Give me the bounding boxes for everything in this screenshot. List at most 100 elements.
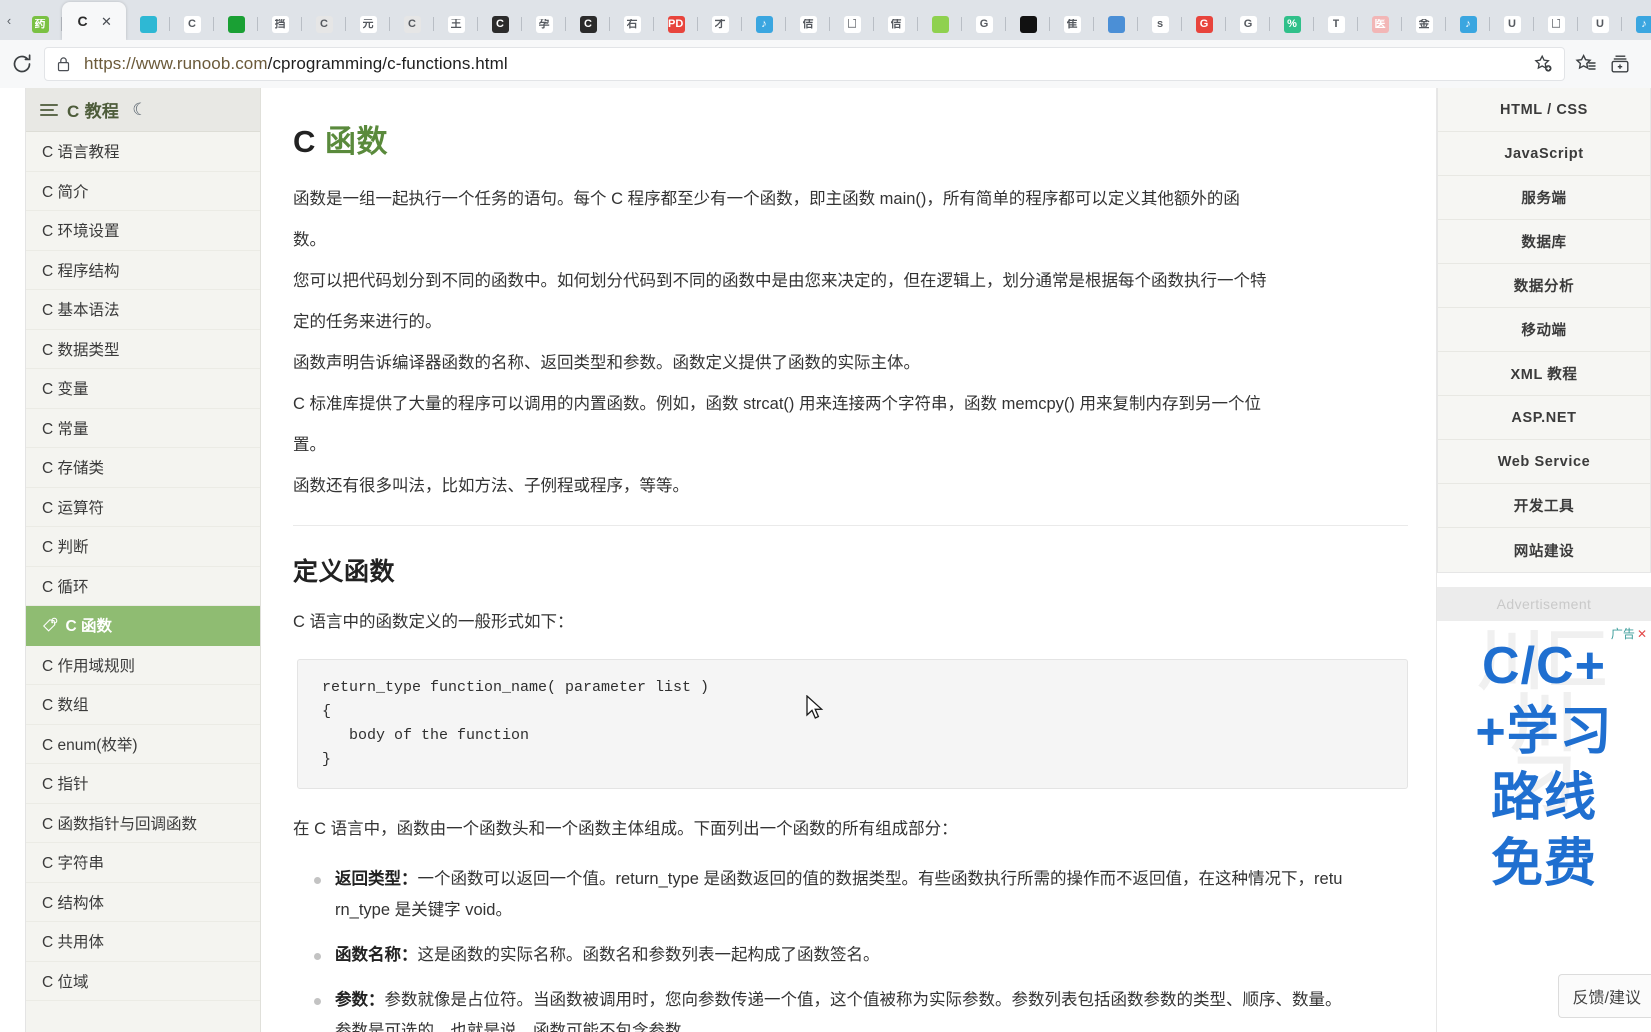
- favorites-icon[interactable]: [1569, 47, 1603, 81]
- browser-tab[interactable]: G: [1226, 8, 1270, 40]
- right-nav-item[interactable]: XML 教程: [1438, 352, 1650, 396]
- sidebar-item-label: C 程序结构: [42, 262, 120, 280]
- function-part-line1: 一个函数可以返回一个值。return_type 是函数返回的值的数据类型。有些函…: [417, 870, 1343, 888]
- browser-tab[interactable]: C: [170, 8, 214, 40]
- browser-tab[interactable]: U: [1578, 8, 1622, 40]
- advertisement-tag[interactable]: 广告 ✕: [1611, 625, 1647, 642]
- right-nav-item[interactable]: HTML / CSS: [1438, 88, 1650, 132]
- browser-tab[interactable]: 佶: [874, 8, 918, 40]
- tab-favicon: %: [1283, 15, 1301, 33]
- sidebar-item[interactable]: C 位域: [26, 962, 260, 1001]
- browser-tab[interactable]: 才: [698, 8, 742, 40]
- browser-tab[interactable]: ♪: [1622, 8, 1651, 40]
- right-column: HTML / CSS JavaScript 服务端 数据库 数据分析 移动端 XML 教程 A…: [1437, 88, 1651, 1032]
- hamburger-icon[interactable]: [40, 103, 58, 116]
- browser-tab[interactable]: s: [1138, 8, 1182, 40]
- url-text[interactable]: https://www.runoob.com/cprogramming/c-fu…: [84, 54, 1517, 74]
- right-nav-item[interactable]: 服务端: [1438, 176, 1650, 220]
- browser-tab[interactable]: [214, 8, 258, 40]
- sidebar-item[interactable]: C enum(枚举): [26, 725, 260, 764]
- browser-tab[interactable]: G: [1182, 8, 1226, 40]
- browser-tab[interactable]: [1006, 8, 1050, 40]
- tabstrip-scroll-left-icon[interactable]: ‹: [0, 0, 18, 40]
- omnibox[interactable]: https://www.runoob.com/cprogramming/c-fu…: [44, 47, 1565, 81]
- right-nav-item[interactable]: ASP.NET: [1438, 396, 1650, 440]
- sidebar-item[interactable]: C 数据类型: [26, 330, 260, 369]
- browser-tab[interactable]: 右: [610, 8, 654, 40]
- tab-favicon: ♪: [1635, 15, 1651, 33]
- browser-tab[interactable]: 金: [1402, 8, 1446, 40]
- browser-tab[interactable]: 🗋: [1534, 8, 1578, 40]
- advertisement-body[interactable]: 广告 ✕ 川匚 川 刁 C/C+ +学习 路线 免费: [1437, 621, 1651, 941]
- tag-icon: 🏷: [42, 617, 59, 633]
- browser-tab[interactable]: U: [1490, 8, 1534, 40]
- browser-tab[interactable]: G: [962, 8, 1006, 40]
- sidebar-item[interactable]: C 函数指针与回调函数: [26, 804, 260, 843]
- browser-tab[interactable]: 药: [18, 8, 62, 40]
- sidebar-item[interactable]: C 基本语法: [26, 290, 260, 330]
- reload-icon[interactable]: [0, 42, 44, 86]
- sidebar-item[interactable]: C 共用体: [26, 922, 260, 962]
- sidebar-item[interactable]: C 程序结构: [26, 251, 260, 290]
- sidebar-item-label: C enum(枚举): [42, 736, 138, 754]
- lock-icon: [56, 56, 72, 72]
- sidebar-item[interactable]: C 环境设置: [26, 211, 260, 251]
- right-nav-item[interactable]: JavaScript: [1438, 132, 1650, 176]
- sidebar-item[interactable]: C 结构体: [26, 883, 260, 922]
- browser-tab[interactable]: 佶: [786, 8, 830, 40]
- page-title: C 函数: [293, 124, 388, 159]
- browser-tab[interactable]: 挡: [258, 8, 302, 40]
- sidebar-item-active[interactable]: 🏷 C 函数: [26, 606, 260, 646]
- sidebar-item[interactable]: C 字符串: [26, 843, 260, 883]
- sidebar-item[interactable]: C 指针: [26, 764, 260, 804]
- browser-tab[interactable]: C: [302, 8, 346, 40]
- right-nav-item[interactable]: 数据库: [1438, 220, 1650, 264]
- right-nav-item[interactable]: 开发工具: [1438, 484, 1650, 528]
- browser-tab[interactable]: C: [390, 8, 434, 40]
- tutorial-sidebar: C 教程 ☾ C 语言教程 C 简介 C 环境设置 C 程序结构 C 基本语法 C 数据类…: [26, 88, 261, 1032]
- browser-tab[interactable]: 隹: [1050, 8, 1094, 40]
- right-nav-item[interactable]: 数据分析: [1438, 264, 1650, 308]
- browser-tab[interactable]: 孕: [522, 8, 566, 40]
- tab-favicon: 🗋: [1547, 15, 1565, 33]
- collections-icon[interactable]: [1603, 47, 1637, 81]
- browser-tab[interactable]: 🗋: [830, 8, 874, 40]
- sidebar-item[interactable]: C 常量: [26, 409, 260, 448]
- browser-tab[interactable]: [1094, 8, 1138, 40]
- ad-close-icon[interactable]: ✕: [1637, 627, 1647, 641]
- tab-favicon: C: [315, 15, 333, 33]
- sidebar-item[interactable]: C 数组: [26, 685, 260, 725]
- sidebar-item[interactable]: C 简介: [26, 172, 260, 211]
- sidebar-item[interactable]: C 变量: [26, 369, 260, 409]
- tab-favicon: 挡: [271, 15, 289, 33]
- browser-tab[interactable]: [918, 8, 962, 40]
- sidebar-item[interactable]: C 作用域规则: [26, 646, 260, 685]
- sidebar-item[interactable]: C 判断: [26, 527, 260, 567]
- sidebar-item[interactable]: C 运算符: [26, 488, 260, 527]
- browser-tab-active[interactable]: C ✕: [62, 2, 126, 40]
- intro-paragraph-2-line1: 您可以把代码划分到不同的函数中。如何划分代码到不同的函数中是由您来决定的，但在逻…: [293, 272, 1267, 290]
- bookmark-add-icon[interactable]: [1529, 50, 1557, 78]
- function-parts-list: 返回类型：一个函数可以返回一个值。return_type 是函数返回的值的数据类…: [293, 864, 1408, 1032]
- browser-tab[interactable]: C: [478, 8, 522, 40]
- right-nav-item[interactable]: 移动端: [1438, 308, 1650, 352]
- sidebar-item[interactable]: C 语言教程: [26, 132, 260, 172]
- browser-tab[interactable]: 元: [346, 8, 390, 40]
- right-nav-item[interactable]: Web Service: [1438, 440, 1650, 484]
- moon-icon[interactable]: ☾: [132, 100, 147, 120]
- browser-tab[interactable]: C: [566, 8, 610, 40]
- feedback-button[interactable]: 反馈/建议: [1557, 974, 1651, 1018]
- browser-tab[interactable]: PDF: [654, 8, 698, 40]
- browser-tab[interactable]: ♪: [1446, 8, 1490, 40]
- right-nav-item[interactable]: 网站建设: [1438, 528, 1650, 572]
- browser-tab[interactable]: T: [1314, 8, 1358, 40]
- sidebar-item[interactable]: C 存储类: [26, 448, 260, 488]
- tab-favicon: s: [1151, 15, 1169, 33]
- sidebar-item[interactable]: C 循环: [26, 567, 260, 606]
- browser-tab[interactable]: 王: [434, 8, 478, 40]
- browser-tab[interactable]: [126, 8, 170, 40]
- browser-tab[interactable]: 医: [1358, 8, 1402, 40]
- browser-tab[interactable]: %: [1270, 8, 1314, 40]
- browser-tab[interactable]: ♪: [742, 8, 786, 40]
- tab-close-icon[interactable]: ✕: [101, 15, 112, 28]
